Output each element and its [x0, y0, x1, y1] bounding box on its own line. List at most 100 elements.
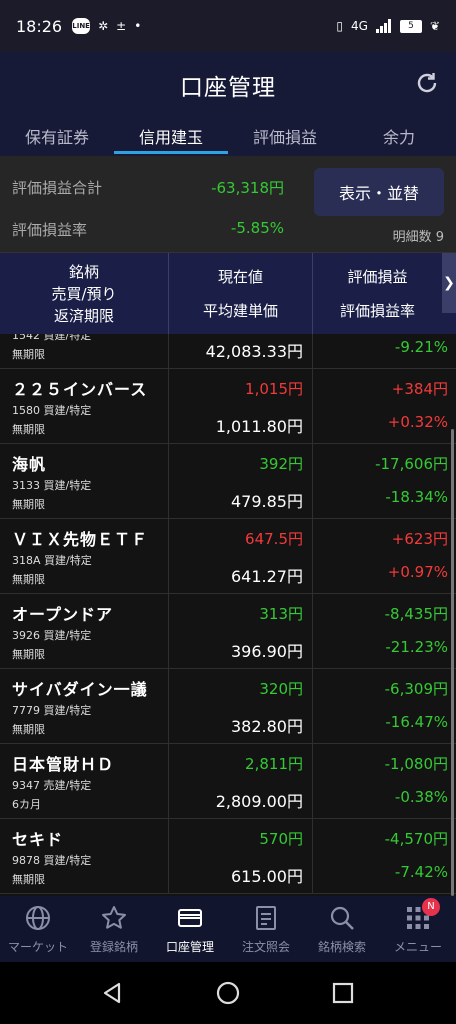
stock-code-trade: 1542 買建/特定: [12, 334, 92, 342]
stock-name: ２２５インバース: [12, 380, 148, 399]
position-row[interactable]: オープンドア 3926 買建/特定 無期限 313円 396.90円 -8,435円 -21…: [0, 594, 456, 669]
profit-loss: +384円: [391, 380, 448, 398]
column-stock[interactable]: 銘柄 売買/預り 返済期限: [0, 253, 168, 335]
column-avg-label: 平均建単価: [202, 302, 278, 320]
notification-icon: ✲: [98, 19, 109, 33]
notification-badge: N: [422, 898, 440, 916]
current-price: 320円: [259, 680, 303, 698]
stock-code-trade: 9347 売建/特定: [12, 779, 92, 792]
settlement-limit: 無期限: [12, 873, 45, 886]
tab-buying-power[interactable]: 余力: [342, 114, 456, 156]
home-icon[interactable]: [216, 981, 240, 1005]
position-row[interactable]: ＶＩＸ先物ＥＴＦ 318A 買建/特定 無期限 647.5円 641.27円 +623円 +…: [0, 519, 456, 594]
document-icon: [256, 906, 276, 930]
row-divider: [168, 444, 169, 518]
row-divider: [312, 669, 313, 743]
column-limit-label: 返済期限: [53, 307, 114, 325]
vibrate-icon: ▯: [336, 19, 343, 33]
card-icon: [178, 909, 202, 927]
line-app-icon: LINE: [72, 18, 91, 34]
signal-icon: [375, 19, 391, 33]
position-row[interactable]: サイバダイン一議 7779 買建/特定 無期限 320円 382.80円 -6,309円 -…: [0, 669, 456, 744]
stock-code-trade: 3926 買建/特定: [12, 629, 92, 642]
position-row[interactable]: 海帆 3133 買建/特定 無期限 392円 479.85円 -17,606円 -18.34…: [0, 444, 456, 519]
profit-loss-rate: -21.23%: [385, 638, 448, 656]
row-divider: [312, 744, 313, 818]
current-price: 313円: [259, 605, 303, 623]
battery-icon: 5: [399, 19, 422, 33]
row-divider: [168, 594, 169, 668]
profit-loss: -4,570円: [384, 830, 448, 848]
system-nav-bar: [0, 962, 456, 1024]
recents-icon[interactable]: [331, 981, 355, 1005]
stock-code-trade: 9878 買建/特定: [12, 854, 92, 867]
settlement-limit: 無期限: [12, 648, 45, 661]
globe-icon: [26, 906, 50, 930]
pl-rate-value: -5.85%: [230, 219, 284, 237]
profit-loss-rate: -18.34%: [385, 488, 448, 506]
profit-loss-rate: +0.97%: [387, 563, 448, 581]
settlement-limit: 無期限: [12, 723, 45, 736]
tab-valuation[interactable]: 評価損益: [228, 114, 342, 156]
row-divider: [312, 819, 313, 893]
nav-search-label: 銘柄検索: [317, 940, 366, 954]
profit-loss: -17,606円: [375, 455, 448, 473]
nav-account[interactable]: 口座管理: [152, 896, 228, 962]
profit-loss: -8,435円: [384, 605, 448, 623]
stock-name: セキド: [12, 830, 64, 849]
display-sort-button[interactable]: 表示・並替: [314, 168, 444, 216]
notification-icon-2: ±: [116, 19, 127, 33]
settlement-limit: 無期限: [12, 498, 45, 511]
average-price: 382.80円: [231, 717, 303, 736]
network-type: 4G: [351, 19, 368, 33]
nav-search[interactable]: 銘柄検索: [304, 896, 380, 962]
column-price-label: 現在値: [217, 268, 263, 286]
settlement-limit: 無期限: [12, 348, 45, 361]
nav-menu[interactable]: N メニュー: [380, 896, 456, 962]
row-divider: [312, 594, 313, 668]
column-pl[interactable]: 評価損益 評価損益率: [313, 253, 442, 335]
back-icon[interactable]: [100, 981, 124, 1005]
detail-count: 明細数 9: [392, 230, 444, 245]
average-price: 1,011.80円: [215, 417, 303, 436]
column-rate-label: 評価損益率: [339, 302, 415, 320]
profit-loss-rate: -9.21%: [394, 338, 448, 356]
nav-orders[interactable]: 注文照会: [228, 896, 304, 962]
position-row[interactable]: 日本管財ＨＤ 9347 売建/特定 6カ月 2,811円 2,809.00円 -1,080…: [0, 744, 456, 819]
status-bar: 18:26 LINE ✲ ± • ▯ 4G 5 ❦: [0, 0, 456, 52]
nav-watchlist-label: 登録銘柄: [89, 940, 138, 954]
current-price: 392円: [259, 455, 303, 473]
nav-market[interactable]: マーケット: [0, 896, 76, 962]
scrollbar[interactable]: [451, 429, 454, 896]
row-divider: [168, 369, 169, 443]
position-row[interactable]: ２２５インバース 1580 買建/特定 無期限 1,015円 1,011.80円 +384…: [0, 369, 456, 444]
current-price: 570円: [259, 830, 303, 848]
nav-watchlist[interactable]: 登録銘柄: [76, 896, 152, 962]
tab-holdings[interactable]: 保有証券: [0, 114, 114, 156]
row-divider: [312, 519, 313, 593]
row-divider: [168, 669, 169, 743]
row-divider: [168, 334, 169, 368]
app-header: 口座管理 保有証券 信用建玉 評価損益 余力: [0, 52, 456, 156]
dot-icon: •: [134, 19, 142, 33]
nav-account-label: 口座管理: [165, 940, 214, 954]
profit-loss-rate: -16.47%: [385, 713, 448, 731]
profit-loss-rate: -7.42%: [394, 863, 448, 881]
pl-rate-label: 評価損益率: [12, 221, 88, 239]
nav-orders-label: 注文照会: [241, 940, 290, 954]
position-list[interactable]: 1542 買建/特定 無期限 42,083.33円 -9.21% ２２５インバース 158…: [0, 334, 456, 896]
column-price[interactable]: 現在値 平均建単価: [169, 253, 312, 335]
profit-loss-rate: -0.38%: [394, 788, 448, 806]
position-row[interactable]: セキド 9878 買建/特定 無期限 570円 615.00円 -4,570円 -7.42%: [0, 819, 456, 894]
column-trade-label: 売買/預り: [51, 285, 117, 303]
column-header: 銘柄 売買/預り 返済期限 現在値 平均建単価 評価損益 評価損益率 ❯: [0, 252, 456, 335]
stock-name: 海帆: [12, 455, 47, 474]
position-row[interactable]: 1542 買建/特定 無期限 42,083.33円 -9.21%: [0, 334, 456, 369]
profit-loss: -1,080円: [384, 755, 448, 773]
average-price: 396.90円: [231, 642, 303, 661]
star-icon: [102, 906, 126, 929]
refresh-icon[interactable]: [414, 70, 440, 96]
tab-margin-positions[interactable]: 信用建玉: [114, 114, 228, 156]
scroll-right-arrow[interactable]: ❯: [442, 253, 456, 313]
stock-code-trade: 3133 買建/特定: [12, 479, 92, 492]
